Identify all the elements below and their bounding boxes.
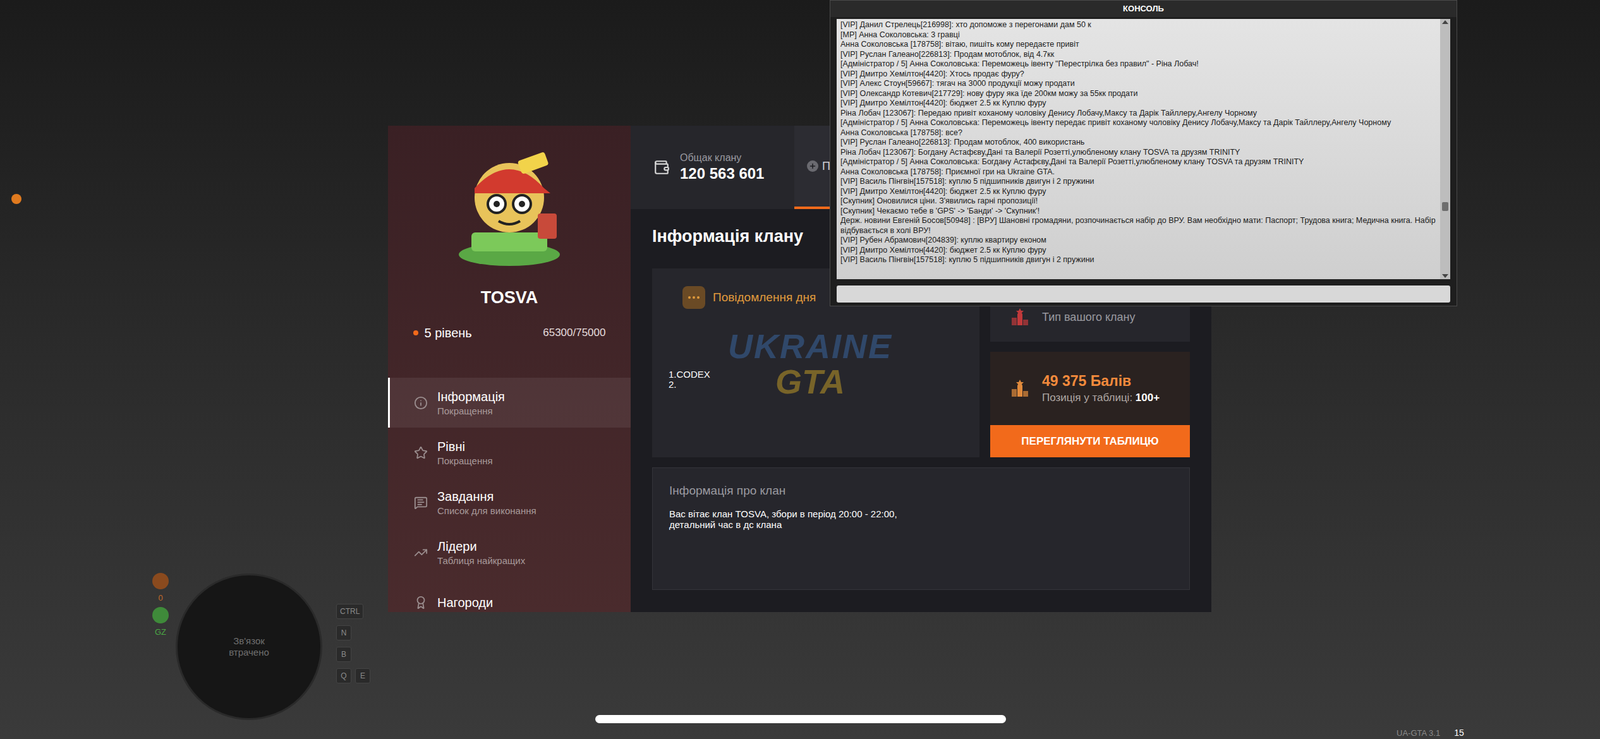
message-icon <box>682 286 706 310</box>
level-dot-icon <box>413 330 419 336</box>
console-line: [MP] Анна Соколовська: 3 гравці <box>840 30 1437 41</box>
menu-item-icon <box>413 545 428 560</box>
motd-text: 1.CODEX2. <box>668 369 964 390</box>
console-scrollbar[interactable] <box>1440 18 1451 280</box>
key-hint: B <box>336 647 352 663</box>
clan-type-icon <box>1010 307 1030 327</box>
clan-sidebar: TOSVA 5 рівень 65300/75000 ІнформаціяПокращ… <box>387 125 631 613</box>
clan-name: TOSVA <box>480 287 539 308</box>
console-log: [VIP] Данил Стрелець[216998]: хто допомо… <box>836 18 1451 280</box>
home-indicator[interactable] <box>595 715 1007 724</box>
key-hint: E <box>355 668 371 684</box>
console-line: Анна Соколовська [178758]: все? <box>840 128 1437 139</box>
console-line: [VIP] Василь Пінгвін[157518]: куплю 5 пі… <box>840 176 1437 188</box>
menu-item-icon <box>413 496 428 510</box>
view-table-button[interactable]: ПЕРЕГЛЯНУТИ ТАБЛИЦЮ <box>990 425 1190 458</box>
clan-menu: ІнформаціяПокращенняРівніПокращенняЗавда… <box>387 377 631 613</box>
clan-xp: 65300/75000 <box>542 325 606 341</box>
menu-item-icon <box>413 396 428 411</box>
console-line: [Скупник] Чекаємо тебе в 'GPS' -> 'Банди… <box>840 206 1437 217</box>
console-line: [VIP] Рубен Абрамович[204839]: куплю ква… <box>840 235 1437 246</box>
menu-item-icon <box>413 446 428 461</box>
points-card: 49 375 БалівПозиція у таблиці: 100+ПЕРЕГ… <box>990 351 1190 458</box>
key-hint: CTRL <box>336 604 364 620</box>
treasury: Общак клану120 563 601 <box>630 125 795 210</box>
console-line: [Адміністратор / 5] Анна Соколовська: Пе… <box>840 118 1437 129</box>
console-line: [VIP] Дмитро Хемілтон[4420]: Хтось прода… <box>840 69 1437 80</box>
console-line: [VIP] Василь Пінгвін[157518]: куплю 5 пі… <box>840 255 1437 266</box>
menu-item[interactable]: Нагороди <box>387 577 631 613</box>
points-icon <box>1010 379 1030 399</box>
game-screen: TOSVA 5 рівень 65300/75000 ІнформаціяПокращ… <box>0 0 1600 739</box>
about-card: Інформація про кланВас вітає клан TOSVA,… <box>652 467 1190 591</box>
hunger-icon <box>152 573 169 590</box>
zone-icon <box>152 607 169 624</box>
wallet-icon <box>653 159 670 176</box>
console-line: Ріна Лобач [123067]: Передаю привіт коха… <box>840 108 1437 119</box>
console-line: [VIP] Олександр Котевич[217729]: нову фу… <box>840 89 1437 100</box>
clan-logo-icon <box>442 137 576 271</box>
key-hints: CTRL NBQE <box>336 604 371 684</box>
console-line: Ріна Лобач [123067]: Богдану Астафєву,Да… <box>840 147 1437 158</box>
console-line: Анна Соколовська [178758]: Приємної гри … <box>840 167 1437 178</box>
version-label: UA-GTA 3.115 <box>1396 726 1465 739</box>
console-line: [VIP] Алекс Стоун[59667]: тягач на 3000 … <box>840 78 1437 90</box>
console-line: [VIP] Дмитро Хемілтон[4420]: бюджет 2.5 … <box>840 187 1437 198</box>
console-line: [VIP] Руслан Галеано[226813]: Продам мот… <box>840 137 1437 148</box>
console-line: [VIP] Руслан Галеано[226813]: Продам мот… <box>840 49 1437 61</box>
console-input[interactable] <box>836 285 1451 303</box>
console-line: [Адміністратор / 5] Анна Соколовська: Бо… <box>840 157 1437 168</box>
console-line: Держ. новини Евгеній Босов[50948] : [ВРУ… <box>840 216 1437 236</box>
console-line: [Скупник] Оновилися ціни. З'явились гарн… <box>840 196 1437 207</box>
notification-dot <box>11 193 22 205</box>
menu-item[interactable]: ЗавданняСписок для виконання <box>387 477 631 528</box>
menu-item-icon <box>413 595 428 610</box>
hud-stats: 0GZ <box>152 573 169 639</box>
console-line: [Адміністратор / 5] Анна Соколовська: Пе… <box>840 59 1437 70</box>
menu-item[interactable]: ІнформаціяПокращення <box>387 377 631 428</box>
watermark: UKRAINEGTA <box>727 328 893 400</box>
menu-item[interactable]: РівніПокращення <box>387 427 631 478</box>
console-line: [VIP] Данил Стрелець[216998]: хто допомо… <box>840 20 1437 31</box>
clan-level: 5 рівень <box>424 325 473 341</box>
clan-level-row: 5 рівень 65300/75000 <box>413 325 607 341</box>
menu-item[interactable]: ЛідериТаблиця найкращих <box>387 527 631 578</box>
console-title: КОНСОЛЬ <box>830 0 1457 18</box>
key-hint: Q <box>336 668 352 684</box>
console-line: Анна Соколовська [178758]: вітаю, пишіть… <box>840 39 1437 50</box>
console-line: [VIP] Дмитро Хемілтон[4420]: бюджет 2.5 … <box>840 245 1437 256</box>
console-window: КОНСОЛЬ [VIP] Данил Стрелець[216998]: хто… <box>829 0 1458 307</box>
key-hint: N <box>336 625 352 641</box>
plus-icon <box>808 162 817 170</box>
minimap: Зв'язоквтрачено <box>175 573 323 721</box>
console-line: [VIP] Дмитро Хемілтон[4420]: бюджет 2.5 … <box>840 98 1437 109</box>
